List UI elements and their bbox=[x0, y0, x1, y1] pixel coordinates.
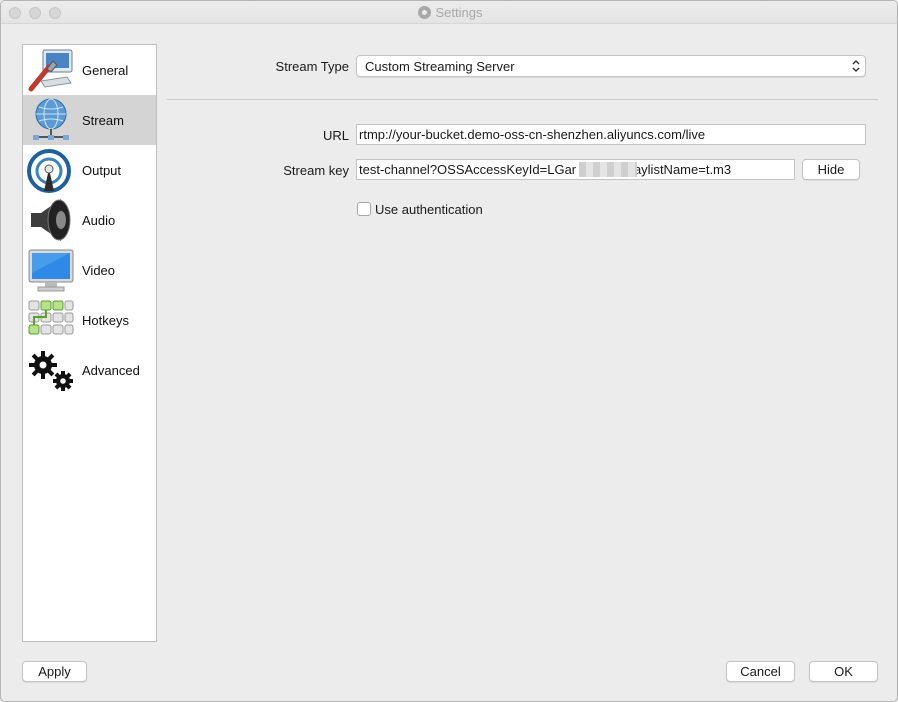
general-icon bbox=[28, 49, 73, 92]
cancel-button[interactable]: Cancel bbox=[726, 661, 795, 682]
ok-button[interactable]: OK bbox=[809, 661, 878, 682]
output-broadcast-icon bbox=[27, 149, 71, 193]
apply-button[interactable]: Apply bbox=[22, 661, 87, 682]
sidebar-item-label: Output bbox=[82, 163, 122, 178]
url-field[interactable]: rtmp://your-bucket.demo-oss-cn-shenzhen.… bbox=[356, 124, 866, 145]
monitor-icon bbox=[28, 249, 74, 292]
sidebar-item-audio[interactable]: Audio bbox=[23, 195, 156, 245]
sidebar-item-label: Stream bbox=[82, 113, 124, 128]
sidebar-item-label: Video bbox=[82, 263, 116, 278]
keyboard-icon bbox=[28, 300, 74, 335]
stream-key-label: Stream key bbox=[283, 163, 349, 178]
sidebar-item-label: Advanced bbox=[82, 363, 140, 378]
url-label: URL bbox=[322, 128, 349, 143]
window-title: Settings bbox=[1, 5, 897, 20]
sidebar-item-output[interactable]: Output bbox=[23, 145, 156, 195]
stream-type-select[interactable]: Custom Streaming Server bbox=[356, 55, 866, 77]
use-authentication-checkbox[interactable] bbox=[357, 202, 371, 216]
stream-globe-icon bbox=[33, 98, 69, 140]
sidebar-item-label: General bbox=[82, 63, 129, 78]
hide-key-button[interactable]: Hide bbox=[802, 159, 860, 180]
sidebar-item-video[interactable]: Video bbox=[23, 245, 156, 295]
speaker-icon bbox=[31, 199, 71, 241]
use-authentication-label: Use authentication bbox=[375, 202, 483, 217]
window-title-text: Settings bbox=[435, 5, 483, 20]
title-bar: Settings bbox=[1, 1, 897, 24]
gears-icon bbox=[29, 351, 73, 391]
settings-window: Settings General Stream Output Audio Vid… bbox=[0, 0, 898, 702]
sidebar-item-label: Hotkeys bbox=[82, 313, 129, 328]
stream-key-field[interactable]: test-channel?OSSAccessKeyId=LGar KWg6&pl… bbox=[356, 159, 795, 180]
sidebar-item-stream[interactable]: Stream bbox=[23, 95, 156, 145]
section-divider bbox=[167, 99, 878, 100]
obs-logo-icon bbox=[417, 6, 431, 19]
sidebar-item-advanced[interactable]: Advanced bbox=[23, 345, 156, 395]
stream-key-value: test-channel?OSSAccessKeyId=LGar KWg6&pl… bbox=[359, 162, 732, 177]
sidebar-item-hotkeys[interactable]: Hotkeys bbox=[23, 295, 156, 345]
sidebar-item-label: Audio bbox=[82, 213, 116, 228]
stream-type-label: Stream Type bbox=[275, 59, 349, 74]
stream-type-value: Custom Streaming Server bbox=[365, 59, 515, 74]
settings-sidebar: General Stream Output Audio Video Hotkey… bbox=[22, 44, 157, 642]
sidebar-item-general[interactable]: General bbox=[23, 45, 156, 95]
updown-chevron-icon bbox=[852, 60, 860, 72]
redaction-mask bbox=[579, 162, 637, 177]
